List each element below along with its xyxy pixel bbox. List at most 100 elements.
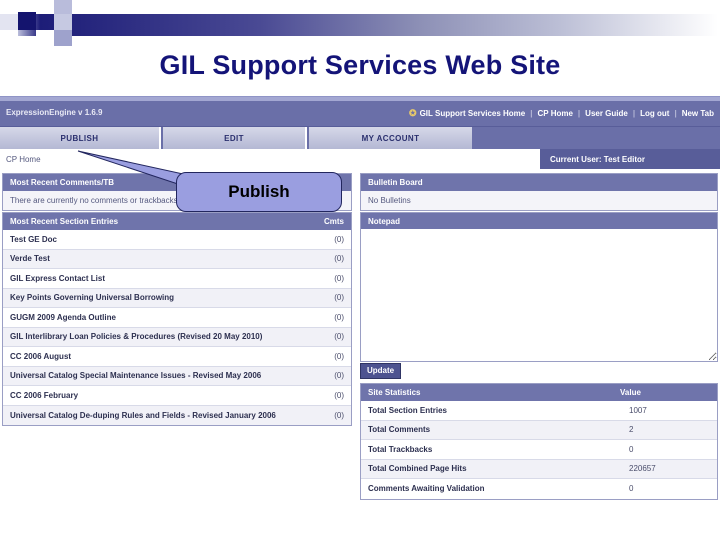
tab-bar: PUBLISH EDIT MY ACCOUNT <box>0 127 720 149</box>
entry-comment-count: (0) <box>334 312 344 322</box>
table-row[interactable]: CC 2006 August (0) <box>3 347 351 367</box>
panel-header: Most Recent Section Entries Cmts <box>3 213 351 230</box>
nav-link-cp-home[interactable]: CP Home <box>538 109 573 118</box>
entry-title[interactable]: CC 2006 February <box>10 391 78 400</box>
entry-comment-count: (0) <box>334 332 344 342</box>
app-version-label: ExpressionEngine v 1.6.9 <box>6 108 103 117</box>
stat-value: 220657 <box>629 464 656 474</box>
entry-comment-count: (0) <box>334 390 344 400</box>
entry-comment-count: (0) <box>334 293 344 303</box>
panel-title: Most Recent Comments/TB <box>10 178 115 187</box>
deco-square <box>36 30 54 46</box>
deco-square <box>0 14 18 30</box>
deco-square <box>18 12 36 30</box>
entry-title[interactable]: Universal Catalog Special Maintenance Is… <box>10 371 261 380</box>
table-row[interactable]: Universal Catalog Special Maintenance Is… <box>3 366 351 386</box>
nav-link-gil-support-services-home[interactable]: GIL Support Services Home <box>420 109 526 118</box>
deco-square <box>54 14 72 30</box>
nav-separator: | <box>632 109 636 118</box>
current-user-badge: Current User: Test Editor <box>540 149 720 169</box>
entry-comment-count: (0) <box>334 234 344 244</box>
deco-square <box>54 30 72 46</box>
home-icon: ✪ <box>409 108 417 118</box>
callout-publish: Publish <box>176 172 342 212</box>
bulletin-empty-message: No Bulletins <box>361 191 717 210</box>
stats-list: Total Section Entries 1007 Total Comment… <box>361 401 717 499</box>
entry-title[interactable]: Verde Test <box>10 254 50 263</box>
entry-title[interactable]: GIL Interlibrary Loan Policies & Procedu… <box>10 332 262 341</box>
panel-title: Bulletin Board <box>368 178 423 187</box>
panel-body: No Bulletins <box>361 191 717 210</box>
stat-label: Total Trackbacks <box>368 444 433 454</box>
stat-label: Comments Awaiting Validation <box>368 484 485 494</box>
top-nav: ✪ GIL Support Services Home | CP Home | User … <box>409 108 714 119</box>
tab-publish[interactable]: PUBLISH <box>0 127 161 149</box>
panel-title: Most Recent Section Entries <box>10 217 119 226</box>
deco-square <box>72 0 90 14</box>
entry-title[interactable]: Test GE Doc <box>10 235 57 244</box>
deco-square <box>0 30 18 46</box>
slide-canvas: GIL Support Services Web Site Expression… <box>0 0 720 540</box>
cp-content: CP Home Current User: Test Editor Most R… <box>0 149 720 528</box>
panel-title: Notepad <box>368 217 400 226</box>
nav-separator: | <box>577 109 581 118</box>
panel-bulletin-board: Bulletin Board No Bulletins <box>360 173 718 211</box>
tab-edit[interactable]: EDIT <box>163 127 307 149</box>
panel-most-recent-section-entries: Most Recent Section Entries Cmts Test GE… <box>2 212 352 426</box>
table-row[interactable]: Key Points Governing Universal Borrowing… <box>3 288 351 308</box>
table-row[interactable]: Universal Catalog De-duping Rules and Fi… <box>3 405 351 425</box>
table-row: Total Trackbacks 0 <box>361 440 717 460</box>
table-row: Total Comments 2 <box>361 420 717 440</box>
nav-link-log-out[interactable]: Log out <box>640 109 669 118</box>
panel-notepad: Notepad <box>360 212 718 230</box>
panel-site-statistics: Site Statistics Value Total Section Entr… <box>360 383 718 500</box>
entries-count-header: Cmts <box>323 217 344 226</box>
panel-header: Site Statistics Value <box>361 384 717 401</box>
stat-value: 2 <box>629 425 634 435</box>
nav-link-user-guide[interactable]: User Guide <box>585 109 628 118</box>
nav-link-new-tab[interactable]: New Tab <box>682 109 714 118</box>
entries-list: Test GE Doc (0) Verde Test (0) GIL Expre… <box>3 230 351 425</box>
table-row: Total Section Entries 1007 <box>361 401 717 421</box>
deco-square <box>54 0 72 14</box>
table-row[interactable]: GIL Express Contact List (0) <box>3 269 351 289</box>
entry-title[interactable]: Key Points Governing Universal Borrowing <box>10 293 174 302</box>
stat-label: Total Section Entries <box>368 405 447 415</box>
panel-title: Site Statistics <box>368 388 421 397</box>
table-row[interactable]: GIL Interlibrary Loan Policies & Procedu… <box>3 327 351 347</box>
update-button[interactable]: Update <box>360 363 402 379</box>
callout-label: Publish <box>228 182 290 201</box>
stat-label: Total Comments <box>368 425 431 435</box>
nav-separator: | <box>530 109 533 118</box>
stat-value: 1007 <box>629 405 647 415</box>
nav-separator: | <box>674 109 677 118</box>
stats-value-header: Value <box>620 388 641 397</box>
entry-comment-count: (0) <box>334 254 344 264</box>
panel-header: Bulletin Board <box>361 174 717 191</box>
table-row[interactable]: CC 2006 February (0) <box>3 386 351 406</box>
entry-title[interactable]: CC 2006 August <box>10 352 71 361</box>
stat-value: 0 <box>629 484 634 494</box>
entry-title[interactable]: GUGM 2009 Agenda Outline <box>10 313 116 322</box>
panel-header: Notepad <box>361 213 717 230</box>
entry-comment-count: (0) <box>334 273 344 283</box>
table-row[interactable]: Verde Test (0) <box>3 249 351 269</box>
tab-my-account[interactable]: MY ACCOUNT <box>309 127 472 149</box>
table-row[interactable]: Test GE Doc (0) <box>3 230 351 250</box>
notepad-textarea[interactable] <box>360 229 718 362</box>
app-topbar: ExpressionEngine v 1.6.9 ✪ GIL Support Se… <box>0 101 720 127</box>
entry-comment-count: (0) <box>334 371 344 381</box>
screenshot-region: ExpressionEngine v 1.6.9 ✪ GIL Support Se… <box>0 101 720 528</box>
stat-label: Total Combined Page Hits <box>368 464 467 474</box>
entry-comment-count: (0) <box>334 410 344 420</box>
header-gradient-band <box>0 14 720 36</box>
table-row: Total Combined Page Hits 220657 <box>361 459 717 479</box>
table-row[interactable]: GUGM 2009 Agenda Outline (0) <box>3 308 351 328</box>
breadcrumb: CP Home <box>6 155 41 164</box>
table-row: Comments Awaiting Validation 0 <box>361 479 717 499</box>
page-title: GIL Support Services Web Site <box>159 50 561 80</box>
entry-title[interactable]: GIL Express Contact List <box>10 274 105 283</box>
stat-value: 0 <box>629 444 634 454</box>
entry-title[interactable]: Universal Catalog De-duping Rules and Fi… <box>10 411 276 420</box>
entry-comment-count: (0) <box>334 351 344 361</box>
